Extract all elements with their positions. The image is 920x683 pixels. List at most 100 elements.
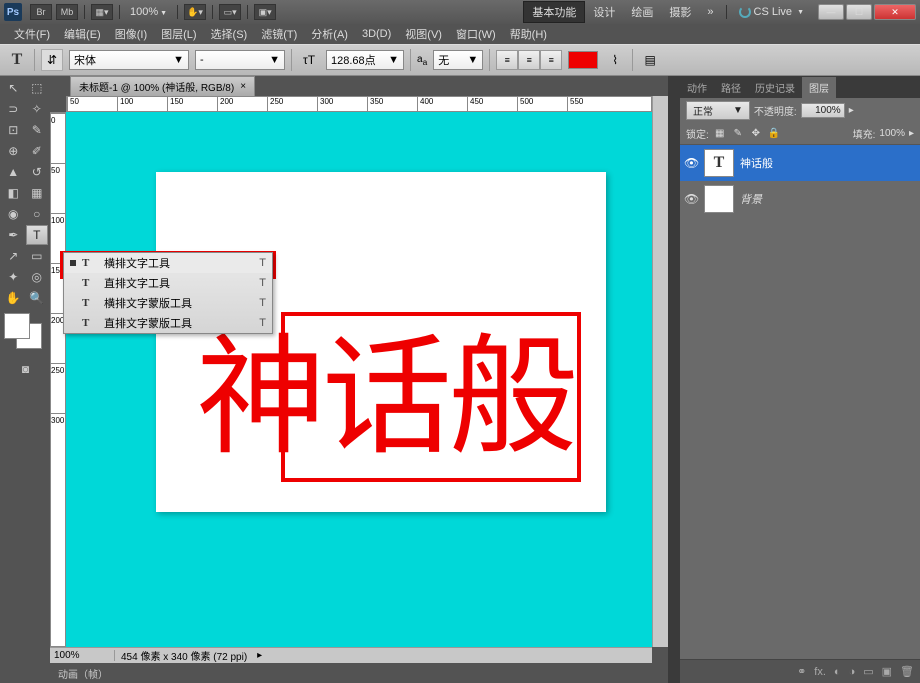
link-layers-icon[interactable]: ⚭ [797,665,806,678]
menu-help[interactable]: 帮助(H) [504,24,553,44]
warp-text-button[interactable]: ⌇ [604,49,626,71]
opacity-input[interactable]: 100% [801,103,845,118]
layer-name[interactable]: 背景 [740,191,762,207]
zoom-level[interactable]: 100%▼ [130,6,167,18]
delete-layer-icon[interactable]: 🗑 [900,665,914,678]
gradient-tool[interactable]: ▦ [26,183,49,203]
menu-layer[interactable]: 图层(L) [155,24,202,44]
close-tab-icon[interactable]: × [240,81,246,92]
text-color-swatch[interactable] [568,51,598,69]
arrange-button[interactable]: ▭▾ [219,4,241,20]
text-orientation-button[interactable]: ⇵ [41,49,63,71]
eyedropper-tool[interactable]: ✎ [26,120,49,140]
visibility-icon[interactable]: 👁 [684,192,698,206]
fill-input[interactable]: 100% [879,128,905,139]
flyout-horizontal-type[interactable]: T横排文字工具T [64,253,272,273]
menu-file[interactable]: 文件(F) [8,24,56,44]
workspace-photography[interactable]: 摄影 [661,2,699,22]
menu-select[interactable]: 选择(S) [205,24,254,44]
lasso-tool[interactable]: ⊃ [2,99,25,119]
layer-thumbnail[interactable]: T [704,149,734,177]
menu-edit[interactable]: 编辑(E) [58,24,107,44]
font-size-select[interactable]: 128.68点▼ [326,50,404,70]
dodge-tool[interactable]: ○ [26,204,49,224]
lock-all-icon[interactable]: 🔒 [767,127,781,141]
lock-position-icon[interactable]: ✥ [749,127,763,141]
history-brush-tool[interactable]: ↺ [26,162,49,182]
color-swatches[interactable] [2,313,49,353]
healing-tool[interactable]: ⊕ [2,141,25,161]
workspace-more[interactable]: » [699,4,721,20]
eraser-tool[interactable]: ◧ [2,183,25,203]
type-tool[interactable]: T [26,225,49,245]
workspace-painting[interactable]: 绘画 [623,2,661,22]
layer-thumbnail[interactable] [704,185,734,213]
path-select-tool[interactable]: ↗ [2,246,25,266]
tab-history[interactable]: 历史记录 [748,77,802,98]
minibridge-button[interactable]: Mb [56,4,78,20]
foreground-color[interactable] [4,313,30,339]
current-tool-icon[interactable]: T [6,49,28,71]
brush-tool[interactable]: ✐ [26,141,49,161]
fx-icon[interactable]: fx. [814,666,826,678]
tab-layers[interactable]: 图层 [802,77,836,98]
lock-transparency-icon[interactable]: ▦ [713,127,727,141]
document-tab[interactable]: 未标题-1 @ 100% (神话般, RGB/8)× [70,76,255,96]
font-family-select[interactable]: 宋体▼ [69,50,189,70]
layer-name[interactable]: 神话般 [740,155,773,171]
tab-actions[interactable]: 动作 [680,77,714,98]
minimize-button[interactable]: — [818,4,844,20]
wand-tool[interactable]: ✧ [26,99,49,119]
workspace-design[interactable]: 设计 [585,2,623,22]
stamp-tool[interactable]: ▲ [2,162,25,182]
hand-tool[interactable]: ✋ [2,288,25,308]
font-style-select[interactable]: -▼ [195,50,285,70]
menu-filter[interactable]: 滤镜(T) [255,24,303,44]
panel-collapse-strip[interactable] [668,76,680,683]
view-extras-button[interactable]: ▦▾ [91,4,113,20]
mask-icon[interactable]: ◐ [834,666,841,678]
flyout-vertical-type[interactable]: T直排文字工具T [64,273,272,293]
menu-window[interactable]: 窗口(W) [450,24,502,44]
marquee-tool[interactable]: ⬚ [26,78,49,98]
character-panel-button[interactable]: ▤ [639,49,661,71]
move-tool[interactable]: ↖ [2,78,25,98]
layer-text[interactable]: 👁 T 神话般 [680,145,920,181]
canvas[interactable]: 神话般 [66,112,652,647]
quickmask-button[interactable]: ◙ [2,354,49,384]
menu-image[interactable]: 图像(I) [109,24,153,44]
align-right-button[interactable]: ≡ [540,50,562,70]
menu-view[interactable]: 视图(V) [399,24,448,44]
pen-tool[interactable]: ✒ [2,225,25,245]
vertical-scrollbar[interactable] [652,96,668,647]
crop-tool[interactable]: ⊡ [2,120,25,140]
shape-tool[interactable]: ▭ [26,246,49,266]
bridge-button[interactable]: Br [30,4,52,20]
menu-3d[interactable]: 3D(D) [356,26,397,42]
workspace-essentials[interactable]: 基本功能 [523,1,585,23]
antialias-select[interactable]: 无▼ [433,50,483,70]
adjustment-icon[interactable]: ◑ [849,666,856,678]
flyout-horizontal-mask[interactable]: T横排文字蒙版工具T [64,293,272,313]
animation-panel-tab[interactable]: 动画（帧） [50,663,652,683]
cs-live-button[interactable]: CS Live▼ [739,6,804,18]
layer-background[interactable]: 👁 背景 [680,181,920,217]
maximize-button[interactable]: ☐ [846,4,872,20]
zoom-tool[interactable]: 🔍 [26,288,49,308]
visibility-icon[interactable]: 👁 [684,156,698,170]
hand-button[interactable]: ✋▾ [184,4,206,20]
menu-analysis[interactable]: 分析(A) [305,24,354,44]
3d-camera-tool[interactable]: ◎ [26,267,49,287]
close-button[interactable]: ✕ [874,4,916,20]
tab-paths[interactable]: 路径 [714,77,748,98]
align-center-button[interactable]: ≡ [518,50,540,70]
screen-mode-button[interactable]: ▣▾ [254,4,276,20]
blend-mode-select[interactable]: 正常▼ [686,101,750,120]
3d-tool[interactable]: ✦ [2,267,25,287]
flyout-vertical-mask[interactable]: T直排文字蒙版工具T [64,313,272,333]
status-zoom[interactable]: 100% [50,650,115,661]
align-left-button[interactable]: ≡ [496,50,518,70]
blur-tool[interactable]: ◉ [2,204,25,224]
lock-paint-icon[interactable]: ✎ [731,127,745,141]
new-layer-icon[interactable]: ▣ [882,665,892,678]
